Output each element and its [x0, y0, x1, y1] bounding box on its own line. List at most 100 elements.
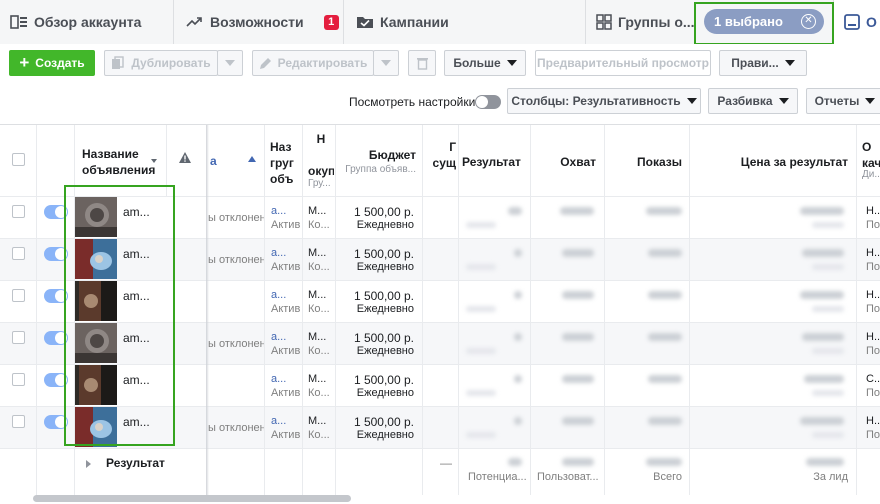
blurred-value — [646, 458, 682, 466]
column-divider — [458, 125, 459, 495]
row-checkbox[interactable] — [12, 415, 25, 428]
blurred-value — [466, 432, 496, 438]
column-header-attribution[interactable]: Г сущ — [426, 139, 456, 171]
ad-set-name[interactable]: а... — [271, 373, 286, 385]
expand-arrow-icon[interactable] — [86, 460, 91, 468]
ad-thumbnail[interactable] — [75, 281, 117, 321]
optimization-value: М... — [308, 247, 327, 259]
row-status-toggle[interactable] — [44, 331, 68, 345]
reports-button[interactable]: Отчеты — [806, 88, 880, 114]
row-divider — [0, 238, 880, 239]
selection-count-label: 1 выбрано — [714, 14, 783, 29]
quality-sub: По... — [866, 429, 880, 441]
tab-label: О — [866, 13, 877, 30]
blurred-value — [812, 432, 844, 438]
row-checkbox[interactable] — [12, 331, 25, 344]
tab-account-overview[interactable]: Обзор аккаунта — [0, 0, 174, 44]
blurred-value — [562, 375, 594, 383]
columns-button[interactable]: Столбцы: Результативность — [507, 88, 701, 114]
delivery-status: ы отклонен — [208, 338, 264, 350]
column-header-impressions[interactable]: Показы — [608, 154, 682, 170]
wrist-photo-icon — [75, 365, 117, 405]
column-divider — [530, 125, 531, 495]
edit-dropdown[interactable] — [373, 50, 399, 76]
row-checkbox[interactable] — [12, 373, 25, 386]
tab-campaigns[interactable]: Кампании — [344, 0, 586, 44]
blurred-value — [508, 458, 522, 466]
delete-button[interactable] — [408, 50, 436, 76]
column-header-results[interactable]: Результат — [462, 154, 528, 170]
column-header-budget[interactable]: Бюджет — [340, 147, 416, 163]
row-checkbox[interactable] — [12, 289, 25, 302]
ad-thumbnail[interactable] — [75, 365, 117, 405]
ad-set-name[interactable]: а... — [271, 247, 286, 259]
close-circle-icon[interactable]: ✕ — [801, 14, 816, 29]
budget-period: Ежедневно — [356, 261, 414, 273]
tab-ads[interactable]: О — [834, 0, 880, 44]
more-button[interactable]: Больше — [444, 50, 526, 76]
row-status-toggle[interactable] — [44, 373, 68, 387]
ad-set-status: Актив — [271, 345, 301, 357]
column-header-ad-set-name[interactable]: Наз груг объ — [270, 139, 300, 187]
ad-set-name[interactable]: а... — [271, 415, 286, 427]
tab-opportunities[interactable]: Возможности 1 — [174, 0, 344, 44]
row-checkbox[interactable] — [12, 205, 25, 218]
selection-count-pill[interactable]: 1 выбрано ✕ — [704, 9, 824, 34]
ad-name[interactable]: am... — [123, 415, 150, 429]
column-header-ad-name[interactable]: Название объявления — [82, 146, 162, 178]
breakdown-label: Разбивка — [717, 94, 773, 108]
blurred-value — [466, 390, 496, 396]
ad-name[interactable]: am... — [123, 373, 150, 387]
quality-value: Н... — [866, 247, 880, 259]
ad-thumbnail[interactable] — [75, 197, 117, 237]
column-header-optimization[interactable]: Н окуп — [308, 131, 334, 179]
column-divider — [604, 125, 605, 495]
ad-set-name[interactable]: а... — [271, 289, 286, 301]
ad-set-status: Актив — [271, 303, 301, 315]
ad-thumbnail[interactable] — [75, 239, 117, 279]
select-all-checkbox[interactable] — [12, 153, 25, 166]
create-button[interactable]: + Создать — [9, 50, 95, 76]
ad-set-name[interactable]: а... — [271, 205, 286, 217]
row-status-toggle[interactable] — [44, 205, 68, 219]
row-divider — [0, 364, 880, 365]
ad-thumbnail[interactable] — [75, 323, 117, 363]
breakdown-button[interactable]: Разбивка — [708, 88, 798, 114]
sort-desc-icon[interactable] — [151, 159, 157, 163]
chevron-down-icon — [784, 60, 795, 66]
ad-thumbnail[interactable] — [75, 407, 117, 447]
edit-button[interactable]: Редактировать — [252, 50, 374, 76]
column-subheader-quality: Ди... — [862, 169, 880, 180]
sort-asc-icon[interactable] — [248, 156, 256, 162]
blurred-value — [802, 249, 844, 257]
tab-label: Кампании — [380, 14, 449, 30]
column-header-quality[interactable]: О кач — [862, 139, 880, 171]
duplicate-button[interactable]: Дублировать — [104, 50, 218, 76]
budget-value: 1 500,00 р. — [353, 331, 414, 345]
notification-badge: 1 — [323, 14, 339, 30]
quality-sub: По... — [866, 261, 880, 273]
edit-label: Редактировать — [277, 56, 368, 70]
row-status-toggle[interactable] — [44, 289, 68, 303]
header-divider — [0, 196, 880, 197]
row-checkbox[interactable] — [12, 247, 25, 260]
rules-button[interactable]: Прави... — [719, 50, 807, 76]
row-status-toggle[interactable] — [44, 415, 68, 429]
ad-name[interactable]: am... — [123, 331, 150, 345]
horizontal-scrollbar[interactable] — [33, 495, 351, 502]
ad-name[interactable]: am... — [123, 247, 150, 261]
columns-label: Столбцы: Результативность — [511, 94, 681, 108]
preview-button[interactable]: Предварительный просмотр — [535, 50, 711, 76]
column-header-reach[interactable]: Охват — [534, 154, 596, 170]
column-header-cost-per-result[interactable]: Цена за результат — [692, 154, 848, 170]
ad-set-name[interactable]: а... — [271, 331, 286, 343]
row-status-toggle[interactable] — [44, 247, 68, 261]
view-settings-toggle[interactable] — [475, 95, 501, 109]
ad-name[interactable]: am... — [123, 289, 150, 303]
tab-label: Группы о... — [618, 14, 695, 30]
duplicate-dropdown[interactable] — [217, 50, 243, 76]
watch-photo-icon — [75, 197, 117, 237]
blurred-value — [562, 458, 594, 466]
ad-name[interactable]: am... — [123, 205, 150, 219]
pencil-icon — [259, 57, 271, 69]
